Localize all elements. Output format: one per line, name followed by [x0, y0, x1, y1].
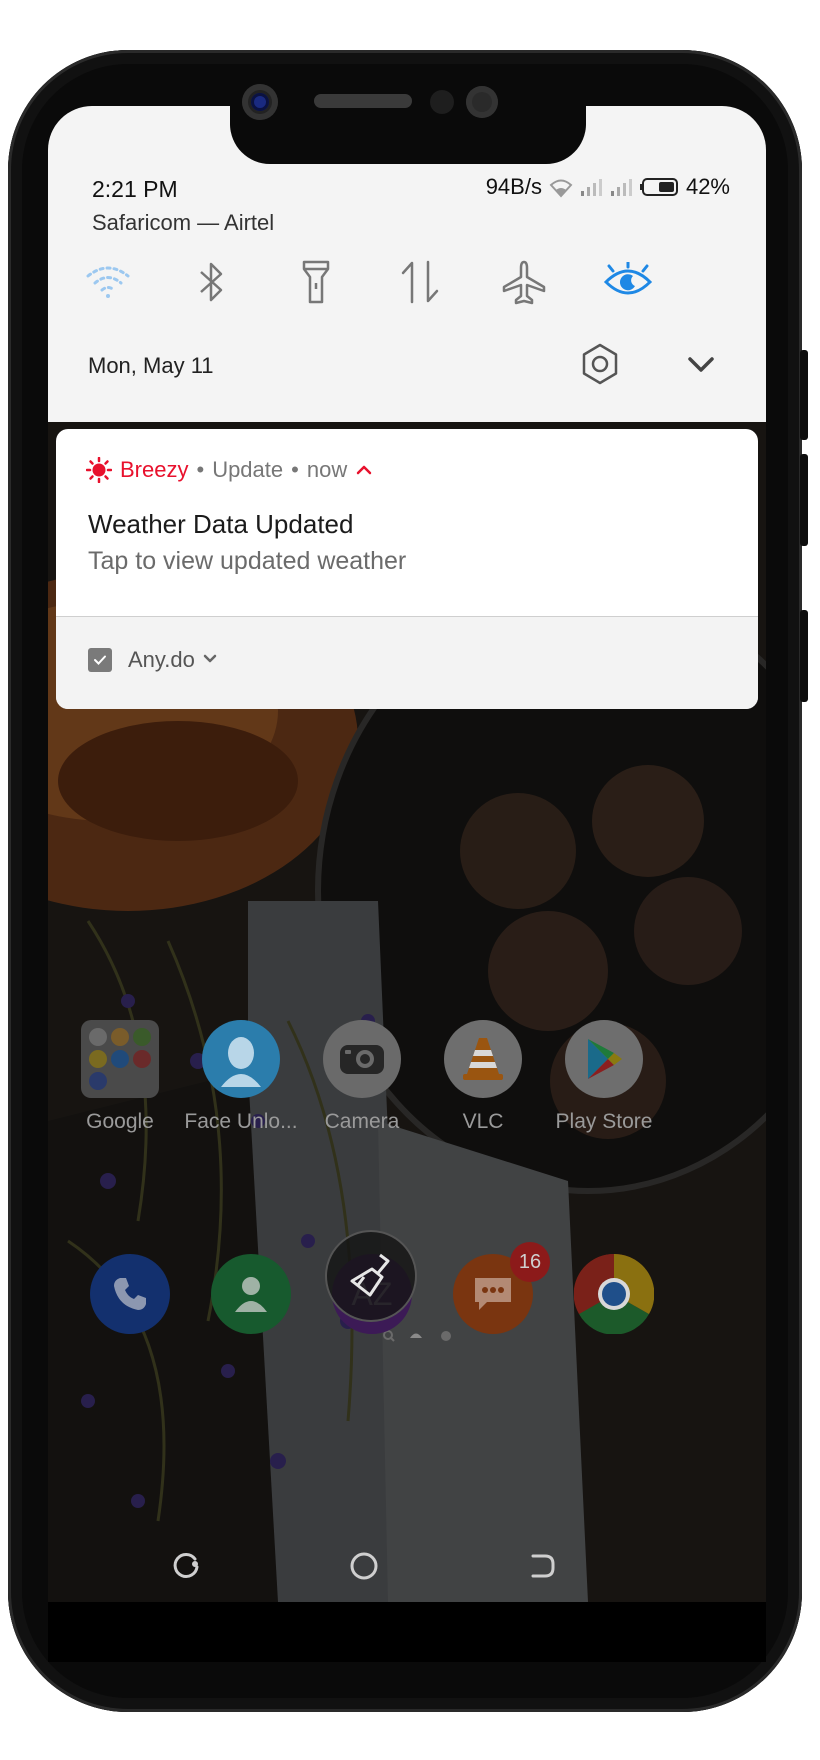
app-play-store[interactable]: Play Store — [544, 1020, 664, 1134]
back-icon — [531, 1554, 555, 1578]
flashlight-toggle[interactable] — [288, 254, 344, 310]
app-camera[interactable]: Camera — [302, 1020, 422, 1134]
notification-category: Update — [212, 457, 284, 482]
battery-percent: 42% — [685, 174, 730, 199]
sensor — [466, 86, 498, 118]
collapsed-app-name: Any.do — [128, 647, 195, 672]
cleaner-bubble[interactable] — [325, 1230, 417, 1322]
wifi-status-icon — [549, 179, 573, 198]
carrier-name: Safaricom — Airtel — [92, 210, 275, 235]
bluetooth-toggle[interactable] — [184, 254, 240, 310]
phone-screen: 2:21 PM Safaricom — Airtel 94B/s 42% Mon… — [48, 106, 766, 1602]
quick-settings-tiles — [48, 254, 766, 314]
dock-phone[interactable] — [90, 1254, 170, 1334]
status-time: 2:21 PM — [92, 176, 178, 202]
app-google[interactable]: Google — [60, 1020, 180, 1134]
phone-icon — [114, 1278, 146, 1310]
contacts-icon — [235, 1277, 267, 1312]
separator: • — [291, 457, 299, 482]
notification-title: Weather Data Updated — [88, 509, 354, 539]
side-button — [800, 454, 808, 546]
dock-contacts[interactable] — [211, 1254, 291, 1334]
dock-chrome[interactable] — [574, 1254, 654, 1334]
app-label: Google — [86, 1110, 154, 1133]
app-vlc[interactable]: VLC — [423, 1020, 543, 1134]
messages-icon — [475, 1278, 511, 1310]
chevron-down-icon — [688, 357, 714, 372]
airplane-icon — [502, 260, 546, 305]
notification-time: now — [306, 457, 348, 482]
status-icons: 94B/s 42% — [486, 174, 730, 200]
camera-notch — [230, 84, 586, 164]
play-store-icon — [565, 1020, 643, 1098]
mobile-data-toggle[interactable] — [392, 254, 448, 310]
eye-icon — [603, 262, 653, 295]
app-face-unlock[interactable]: Face Unlo... — [181, 1020, 301, 1134]
collapsed-notification[interactable]: Any.do — [56, 616, 758, 709]
notification-app-name: Breezy — [120, 457, 189, 482]
network-speed: 94B/s — [485, 174, 542, 199]
home-circle-icon — [350, 1552, 378, 1580]
recents-icon — [173, 1552, 199, 1578]
notification-header: Breezy • Update • now — [86, 457, 373, 483]
date-label: Mon, May 11 — [88, 353, 214, 378]
flashlight-icon — [302, 260, 330, 304]
app-label: VLC — [462, 1110, 504, 1133]
signal-icon — [580, 179, 602, 196]
broom-icon — [350, 1253, 390, 1297]
earpiece-speaker — [314, 94, 412, 108]
chevron-up-icon[interactable] — [355, 463, 373, 477]
app-label: Play Store — [555, 1110, 653, 1133]
chevron-down-icon[interactable] — [202, 653, 218, 665]
bluetooth-icon — [200, 262, 223, 302]
sun-icon — [86, 457, 112, 483]
side-button — [800, 610, 808, 702]
side-button — [800, 350, 808, 440]
home-button[interactable] — [342, 1544, 386, 1588]
recents-button[interactable] — [164, 1544, 208, 1588]
navigation-bar — [48, 1536, 766, 1602]
notification-text: Tap to view updated weather — [88, 547, 407, 575]
app-label: Face Unlo... — [184, 1110, 298, 1133]
reading-mode-toggle[interactable] — [600, 254, 656, 310]
face-unlock-icon — [202, 1020, 280, 1098]
signal-icon — [610, 179, 632, 196]
chrome-icon — [574, 1254, 654, 1334]
sensor — [430, 90, 454, 114]
vlc-icon — [444, 1020, 522, 1098]
wifi-icon — [86, 266, 130, 298]
settings-button[interactable] — [578, 342, 622, 386]
camera-icon — [323, 1020, 401, 1098]
phone-chin — [48, 1602, 766, 1662]
data-arrows-icon — [401, 260, 439, 304]
separator: • — [196, 457, 205, 482]
wifi-toggle[interactable] — [80, 254, 136, 310]
airplane-toggle[interactable] — [496, 254, 552, 310]
checkbox-icon — [88, 648, 112, 672]
front-camera — [242, 84, 278, 120]
notification-card[interactable]: Breezy • Update • now Weather Data Updat… — [56, 429, 758, 709]
page-indicator — [383, 1330, 451, 1342]
app-label: Camera — [324, 1110, 400, 1133]
expand-button[interactable] — [684, 348, 718, 382]
gear-icon — [582, 343, 618, 385]
messages-badge: 16 — [510, 1242, 550, 1282]
back-button[interactable] — [520, 1544, 564, 1588]
battery-icon — [639, 178, 678, 196]
google-folder-icon — [81, 1020, 159, 1098]
